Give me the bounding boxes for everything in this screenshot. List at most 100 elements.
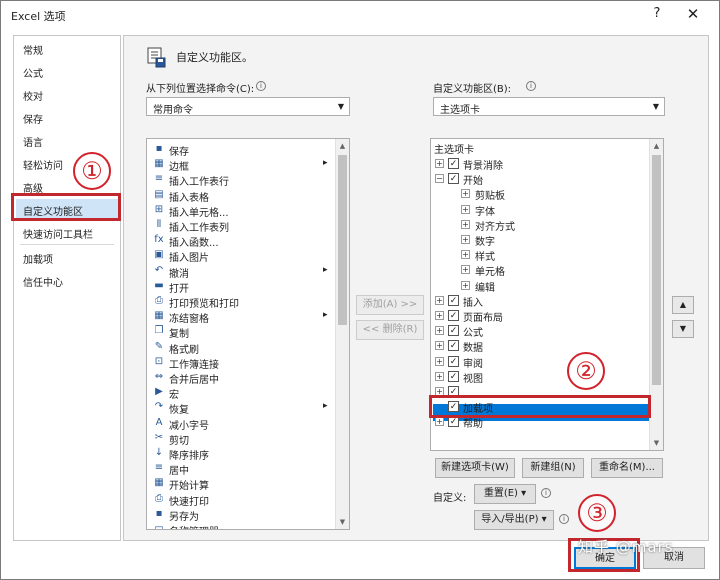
command-item[interactable]: ▦ 冻结窗格 ▸	[147, 309, 337, 325]
tree-item[interactable]: + ✓ 插入	[431, 293, 651, 309]
nav-item-formulas[interactable]: 公式	[23, 65, 43, 80]
expand-icon[interactable]: +	[461, 265, 470, 275]
nav-item-trust-center[interactable]: 信任中心	[23, 274, 63, 289]
tree-item[interactable]: + 数字	[431, 232, 651, 248]
remove-button[interactable]: << 删除(R)	[356, 320, 424, 340]
collapse-icon[interactable]: −	[435, 174, 444, 184]
new-tab-button[interactable]: 新建选项卡(W)	[435, 458, 515, 478]
choose-commands-dropdown[interactable]: 常用命令 ▼	[146, 97, 350, 116]
tab-checkbox[interactable]: ✓	[448, 325, 459, 337]
tree-item[interactable]: + 对齐方式	[431, 217, 651, 233]
tree-item[interactable]: + 字体	[431, 202, 651, 218]
command-item[interactable]: ✂ 剪切	[147, 431, 337, 447]
scroll-down-icon[interactable]: ▼	[336, 515, 349, 529]
command-item[interactable]: ▬ 打开	[147, 279, 337, 295]
expand-icon[interactable]: +	[435, 159, 444, 168]
command-item[interactable]: ▣ 插入图片	[147, 248, 337, 264]
add-button[interactable]: 添加(A) >>	[356, 295, 424, 315]
close-button[interactable]: ✕	[682, 3, 704, 25]
expand-icon[interactable]: +	[435, 356, 444, 366]
expand-icon[interactable]: +	[461, 189, 470, 199]
tab-checkbox[interactable]: ✓	[448, 294, 459, 306]
tree-item[interactable]: + ✓ 视图	[431, 369, 651, 385]
tree-item[interactable]: + ✓ 审阅	[431, 354, 651, 370]
nav-item-proofing[interactable]: 校对	[23, 88, 43, 103]
tree-item[interactable]: + 单元格	[431, 262, 651, 278]
command-item[interactable]: ✎ 格式刷	[147, 340, 337, 356]
nav-item-addins[interactable]: 加载项	[23, 251, 53, 266]
scroll-thumb[interactable]	[652, 155, 661, 385]
command-item[interactable]: ▦ 边框 ▸	[147, 157, 337, 173]
command-item[interactable]: ▦ 开始计算	[147, 476, 337, 492]
command-item[interactable]: ≡ 插入工作表行	[147, 172, 337, 188]
command-item[interactable]: fx 插入函数...	[147, 233, 337, 249]
tree-item[interactable]: + ✓ 数据	[431, 338, 651, 354]
import-export-button[interactable]: 导入/导出(P) ▾	[474, 510, 554, 530]
command-item[interactable]: ⇔ 合并后居中	[147, 370, 337, 386]
command-item[interactable]: ⊡ 工作簿连接	[147, 355, 337, 371]
scroll-down-icon[interactable]: ▼	[650, 436, 663, 450]
scroll-up-icon[interactable]: ▲	[650, 139, 663, 153]
tab-checkbox[interactable]: ✓	[448, 370, 459, 382]
expand-icon[interactable]: +	[461, 219, 470, 229]
command-item[interactable]: ▪ 另存为	[147, 507, 337, 523]
connections-icon: ⊡	[154, 355, 164, 367]
tab-checkbox[interactable]: ✓	[448, 158, 459, 169]
tree-item[interactable]: + 样式	[431, 247, 651, 263]
command-item[interactable]: ▤ 插入表格	[147, 188, 337, 204]
scroll-thumb[interactable]	[338, 155, 347, 325]
expand-icon[interactable]: +	[435, 417, 444, 427]
tree-item[interactable]: + 编辑	[431, 278, 651, 294]
command-item[interactable]: ⎙ 快速打印	[147, 492, 337, 508]
move-up-button[interactable]: ▲	[672, 296, 694, 314]
nav-item-accessibility[interactable]: 轻松访问	[23, 157, 63, 172]
expand-icon[interactable]: +	[461, 204, 470, 214]
tree-scrollbar[interactable]: ▲ ▼	[649, 139, 663, 450]
expand-icon[interactable]: +	[461, 280, 470, 290]
tab-checkbox[interactable]: ✓	[448, 310, 459, 321]
tab-checkbox[interactable]: ✓	[448, 173, 459, 185]
move-down-button[interactable]: ▼	[672, 320, 694, 338]
command-label: 剪切	[169, 435, 189, 447]
nav-item-save[interactable]: 保存	[23, 111, 43, 126]
command-item[interactable]: ↶ 撤消 ▸	[147, 264, 337, 280]
command-item[interactable]: ↓ 降序排序	[147, 446, 337, 462]
tree-item[interactable]: + ✓ 公式	[431, 323, 651, 340]
nav-item-language[interactable]: 语言	[23, 134, 43, 149]
expand-icon[interactable]: +	[435, 295, 444, 305]
tree-item[interactable]: − ✓ 开始	[431, 171, 651, 187]
tab-checkbox[interactable]: ✓	[448, 355, 459, 367]
command-item[interactable]: ⊞ 插入单元格...	[147, 203, 337, 219]
rename-button[interactable]: 重命名(M)...	[591, 458, 663, 478]
tree-item[interactable]: + ✓ 页面布局	[431, 308, 651, 324]
scroll-up-icon[interactable]: ▲	[336, 139, 349, 153]
command-item[interactable]: ▪ 保存	[147, 142, 337, 158]
command-item[interactable]: ↷ 恢复 ▸	[147, 400, 337, 416]
tree-item[interactable]: + 剪贴板	[431, 186, 651, 202]
customize-ribbon-dropdown[interactable]: 主选项卡 ▼	[433, 97, 665, 116]
command-item[interactable]: ⎙ 打印预览和打印	[147, 294, 337, 310]
command-item[interactable]: ▭ 名称管理器	[147, 522, 337, 529]
tree-item-label: 公式	[463, 328, 483, 340]
expand-icon[interactable]: +	[461, 250, 470, 260]
expand-icon[interactable]: +	[435, 371, 444, 381]
commands-scrollbar[interactable]: ▲ ▼	[335, 139, 349, 529]
command-item[interactable]: A 减小字号	[147, 416, 337, 432]
expand-icon[interactable]: +	[435, 311, 444, 320]
command-item[interactable]: ❐ 复制	[147, 324, 337, 340]
tab-checkbox[interactable]: ✓	[448, 340, 459, 352]
reset-button[interactable]: 重置(E) ▾	[474, 484, 536, 504]
command-item[interactable]: ⦀ 插入工作表列	[147, 218, 337, 234]
command-item[interactable]: ▶ 宏	[147, 385, 337, 401]
new-group-button[interactable]: 新建组(N)	[522, 458, 584, 478]
help-button[interactable]: ?	[647, 4, 667, 24]
commands-list[interactable]: ▪ 保存 ▦ 边框 ▸ ≡ 插入工作表行 ▤ 插入表格 ⊞ 插入单元格... ⦀ 插入工作表列 fx 插入函…	[146, 138, 350, 530]
expand-icon[interactable]: +	[435, 341, 444, 351]
nav-item-general[interactable]: 常规	[23, 42, 43, 57]
nav-item-quick-access-toolbar[interactable]: 快速访问工具栏	[23, 226, 93, 241]
expand-icon[interactable]: +	[461, 235, 470, 244]
tree-item[interactable]: + ✓ 背景消除	[431, 156, 651, 172]
expand-icon[interactable]: +	[435, 326, 444, 336]
command-item[interactable]: ≡ 居中	[147, 461, 337, 477]
tab-checkbox[interactable]: ✓	[448, 416, 459, 428]
